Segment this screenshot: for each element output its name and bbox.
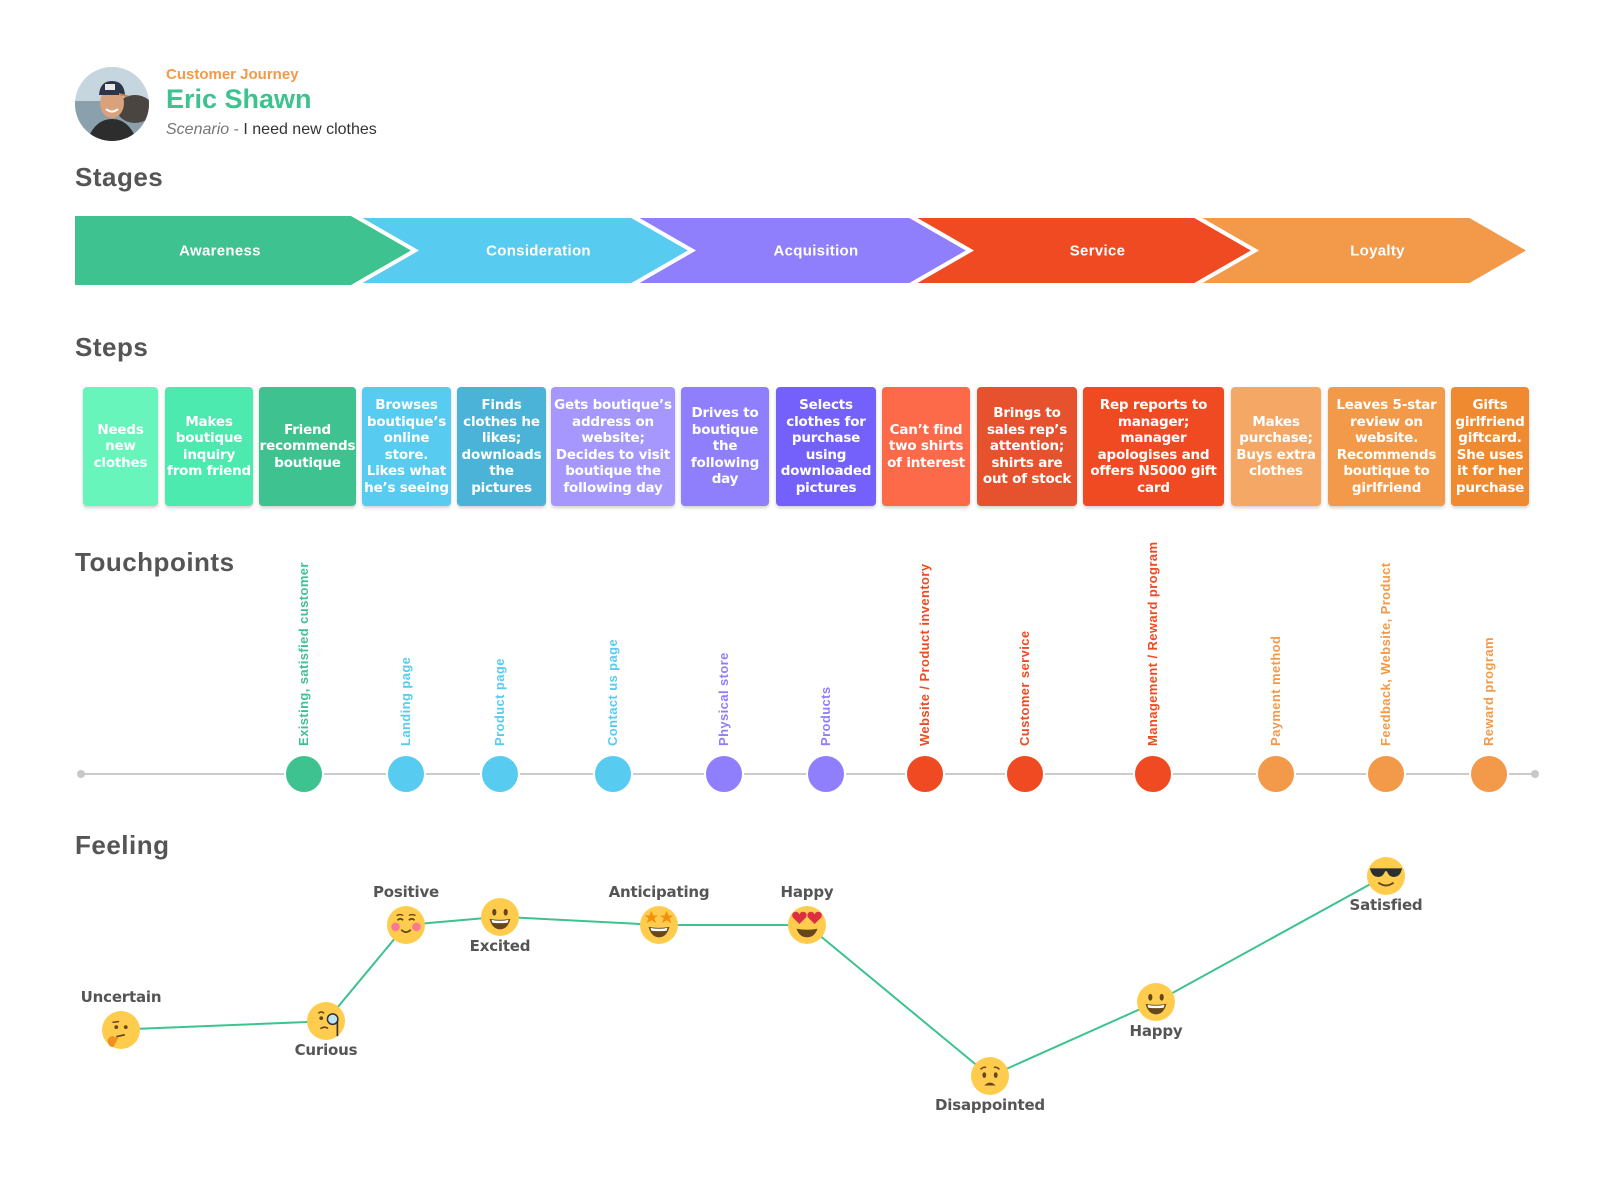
smiling-face-blushing-icon	[387, 906, 425, 944]
feeling-label: Excited	[469, 936, 531, 955]
worried-face-icon	[971, 1057, 1009, 1096]
feeling-label: Disappointed	[935, 1096, 1045, 1115]
star-struck-icon	[640, 906, 678, 944]
feeling-label: Positive	[372, 883, 440, 901]
grinning-face-icon	[481, 897, 519, 936]
feeling-label: Happy	[780, 883, 834, 901]
face-with-monocle-icon	[307, 1002, 345, 1041]
sunglasses-face-icon	[1367, 856, 1405, 895]
feeling-label: Uncertain	[80, 987, 162, 1006]
grinning-face-icon	[1137, 983, 1175, 1021]
feeling-chart	[120, 874, 1387, 1078]
feeling-label: Satisfied	[1349, 895, 1423, 914]
thinking-face-icon	[102, 1010, 140, 1049]
heart-eyes-icon	[788, 906, 826, 944]
feeling-label: Curious	[294, 1041, 358, 1060]
feeling-label: Happy	[1129, 1022, 1183, 1040]
feeling-label: Anticipating	[608, 883, 710, 901]
